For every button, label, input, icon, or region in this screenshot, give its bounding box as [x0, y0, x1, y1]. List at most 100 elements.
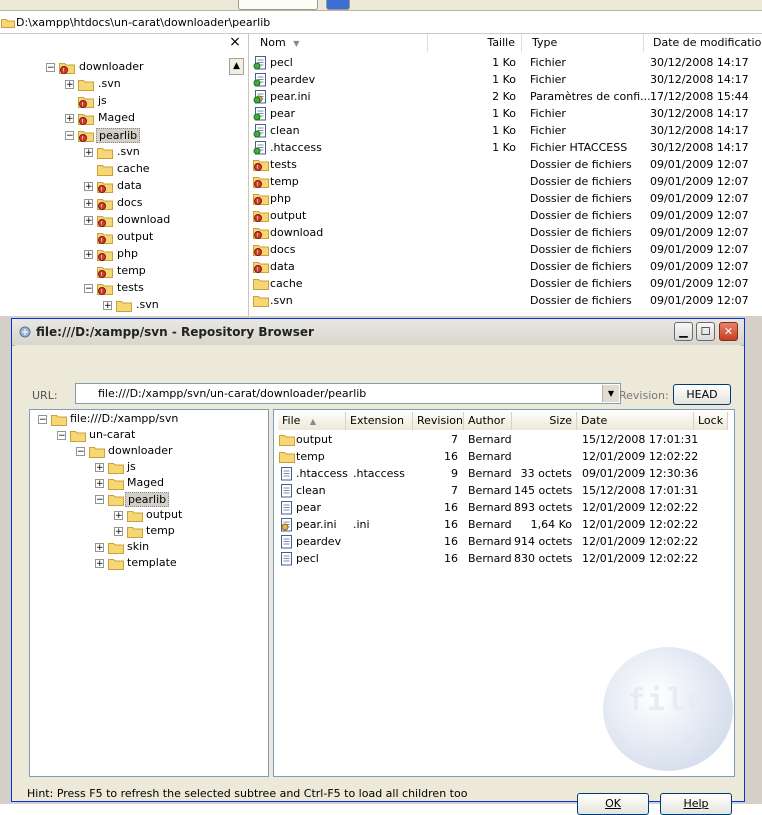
svg-text:!: ! [81, 101, 83, 108]
close-button[interactable]: ✕ [719, 322, 738, 341]
list-item[interactable]: ! temp Dossier de fichiers 09/01/2009 12:07 [250, 173, 762, 190]
tree-item-svn[interactable]: + .svn [0, 298, 228, 314]
repo-tree-item-maged[interactable]: + Maged [30, 476, 266, 492]
repo-tree-item-pearlib[interactable]: − pearlib [30, 492, 266, 508]
list-item[interactable]: ! data Dossier de fichiers 09/01/2009 12:07 [250, 258, 762, 275]
table-row[interactable]: pear 16 Bernard 893 octets 12/01/2009 12:02:… [274, 499, 734, 516]
collapse-icon[interactable]: − [76, 447, 85, 457]
repo-tree-item-filedxamppsvn[interactable]: − file:///D:/xampp/svn [30, 412, 266, 428]
expand-icon[interactable]: + [84, 182, 93, 192]
expand-icon[interactable]: + [95, 463, 104, 473]
chevron-down-icon[interactable]: ▼ [602, 385, 619, 402]
repo-tree-item-temp[interactable]: + temp [30, 524, 266, 540]
list-item[interactable]: cache Dossier de fichiers 09/01/2009 12:07 [250, 275, 762, 292]
repo-tree-item-output[interactable]: + output [30, 508, 266, 524]
tree-item-maged[interactable]: +! Maged [0, 111, 228, 127]
column-header-type[interactable]: Type [522, 34, 644, 52]
repo-tree-item-js[interactable]: + js [30, 460, 266, 476]
table-row[interactable]: .htaccess .htaccess 9 Bernard 33 octets 09/01… [274, 465, 734, 482]
tree-item-output[interactable]: ! output [0, 230, 228, 246]
tree-item-svn[interactable]: + .svn [0, 145, 228, 161]
scroll-up-button[interactable]: ▲ [229, 58, 244, 75]
list-item[interactable]: ! output Dossier de fichiers 09/01/2009 12:… [250, 207, 762, 224]
expand-icon[interactable]: + [84, 216, 93, 226]
table-row[interactable]: output 7 Bernard 15/12/2008 17:01:31 [274, 431, 734, 448]
collapse-icon[interactable]: − [65, 131, 74, 141]
collapse-icon[interactable]: − [84, 284, 93, 294]
expand-icon[interactable]: + [95, 479, 104, 489]
toolbar-button[interactable] [238, 0, 318, 10]
ok-button[interactable]: OK [577, 793, 649, 815]
table-row[interactable]: peardev 16 Bernard 914 octets 12/01/2009 12:… [274, 533, 734, 550]
list-item[interactable]: peardev 1 Ko Fichier 30/12/2008 14:17 [250, 71, 762, 88]
column-header-file[interactable]: File ▲ [278, 412, 346, 430]
tree-item-download[interactable]: +! download [0, 213, 228, 229]
minimize-button[interactable]: ▁ [674, 322, 693, 341]
collapse-icon[interactable]: − [46, 63, 55, 73]
expand-icon[interactable]: + [114, 511, 123, 521]
address-path: D:\xampp\htdocs\un-carat\downloader\pear… [16, 16, 271, 29]
list-item[interactable]: clean 1 Ko Fichier 30/12/2008 14:17 [250, 122, 762, 139]
tree-item-downloader[interactable]: −! downloader [0, 60, 228, 76]
column-header-size[interactable]: Taille [428, 34, 522, 52]
list-item[interactable]: ! download Dossier de fichiers 09/01/2009 1… [250, 224, 762, 241]
table-row[interactable]: temp 16 Bernard 12/01/2009 12:02:22 [274, 448, 734, 465]
tree-item-label: .svn [136, 298, 159, 311]
tree-item-php[interactable]: +! php [0, 247, 228, 263]
tree-item-temp[interactable]: ! temp [0, 264, 228, 280]
tree-item-js[interactable]: ! js [0, 94, 228, 110]
list-item[interactable]: pecl 1 Ko Fichier 30/12/2008 14:17 [250, 54, 762, 71]
expand-icon[interactable]: + [84, 250, 93, 260]
collapse-icon[interactable]: − [38, 415, 47, 425]
repo-tree-item-template[interactable]: + template [30, 556, 266, 572]
address-bar[interactable]: D:\xampp\htdocs\un-carat\downloader\pear… [0, 12, 762, 34]
expand-icon[interactable]: + [65, 80, 74, 90]
tree-item-pearlib[interactable]: −! pearlib [0, 128, 228, 144]
column-header-revision[interactable]: Revision [413, 412, 464, 430]
table-row[interactable]: clean 7 Bernard 145 octets 15/12/2008 17:01:… [274, 482, 734, 499]
collapse-icon[interactable]: − [57, 431, 66, 441]
table-row[interactable]: pecl 16 Bernard 830 octets 12/01/2009 12:02:… [274, 550, 734, 567]
list-item[interactable]: ! docs Dossier de fichiers 09/01/2009 12:07 [250, 241, 762, 258]
expand-icon[interactable]: + [103, 301, 112, 311]
expand-icon[interactable]: + [95, 543, 104, 553]
tree-item-cache[interactable]: cache [0, 162, 228, 178]
repo-tree-item-uncarat[interactable]: − un-carat [30, 428, 266, 444]
folder-icon [97, 146, 113, 159]
column-header-author[interactable]: Author [464, 412, 512, 430]
column-name-label: Nom [260, 36, 286, 49]
list-item[interactable]: pear.ini 2 Ko Paramètres de confi... 17/12/… [250, 88, 762, 105]
expand-icon[interactable]: + [84, 148, 93, 158]
expand-icon[interactable]: + [95, 559, 104, 569]
repo-tree-item-skin[interactable]: + skin [30, 540, 266, 556]
expand-icon[interactable]: + [114, 527, 123, 537]
column-header-extension[interactable]: Extension [346, 412, 413, 430]
expand-icon[interactable]: + [84, 199, 93, 209]
list-item[interactable]: ! tests Dossier de fichiers 09/01/2009 12:0… [250, 156, 762, 173]
column-header-size[interactable]: Size [512, 412, 577, 430]
repo-tree-item-downloader[interactable]: − downloader [30, 444, 266, 460]
url-combobox[interactable]: file:///D:/xampp/svn/un-carat/downloader… [75, 383, 621, 404]
head-revision-button[interactable]: HEAD [673, 384, 731, 405]
column-header-lock[interactable]: Lock [694, 412, 728, 430]
tree-item-svn[interactable]: + .svn [0, 77, 228, 93]
list-item[interactable]: .svn Dossier de fichiers 09/01/2009 12:07 [250, 292, 762, 309]
column-header-date[interactable]: Date [577, 412, 694, 430]
maximize-button[interactable]: ☐ [696, 322, 715, 341]
list-item[interactable]: .htaccess 1 Ko Fichier HTACCESS 30/12/2008 … [250, 139, 762, 156]
collapse-icon[interactable]: − [95, 495, 104, 505]
cell-type: Dossier de fichiers [530, 226, 632, 239]
dialog-title-bar[interactable]: file:///D:/xampp/svn - Repository Browse… [12, 319, 744, 346]
list-item[interactable]: ! php Dossier de fichiers 09/01/2009 12:07 [250, 190, 762, 207]
table-row[interactable]: pear.ini .ini 16 Bernard 1,64 Ko 12/01/2009 1… [274, 516, 734, 533]
column-header-name[interactable]: Nom ▼ [250, 34, 428, 52]
expand-icon[interactable]: + [65, 114, 74, 124]
list-item[interactable]: pear 1 Ko Fichier 30/12/2008 14:17 [250, 105, 762, 122]
tree-item-docs[interactable]: +! docs [0, 196, 228, 212]
toolbar-views-button[interactable] [326, 0, 350, 10]
column-header-modified[interactable]: Date de modification [644, 34, 762, 52]
folders-close-button[interactable]: × [227, 34, 243, 50]
tree-item-data[interactable]: +! data [0, 179, 228, 195]
tree-item-tests[interactable]: −! tests [0, 281, 228, 297]
help-button[interactable]: Help [660, 793, 732, 815]
